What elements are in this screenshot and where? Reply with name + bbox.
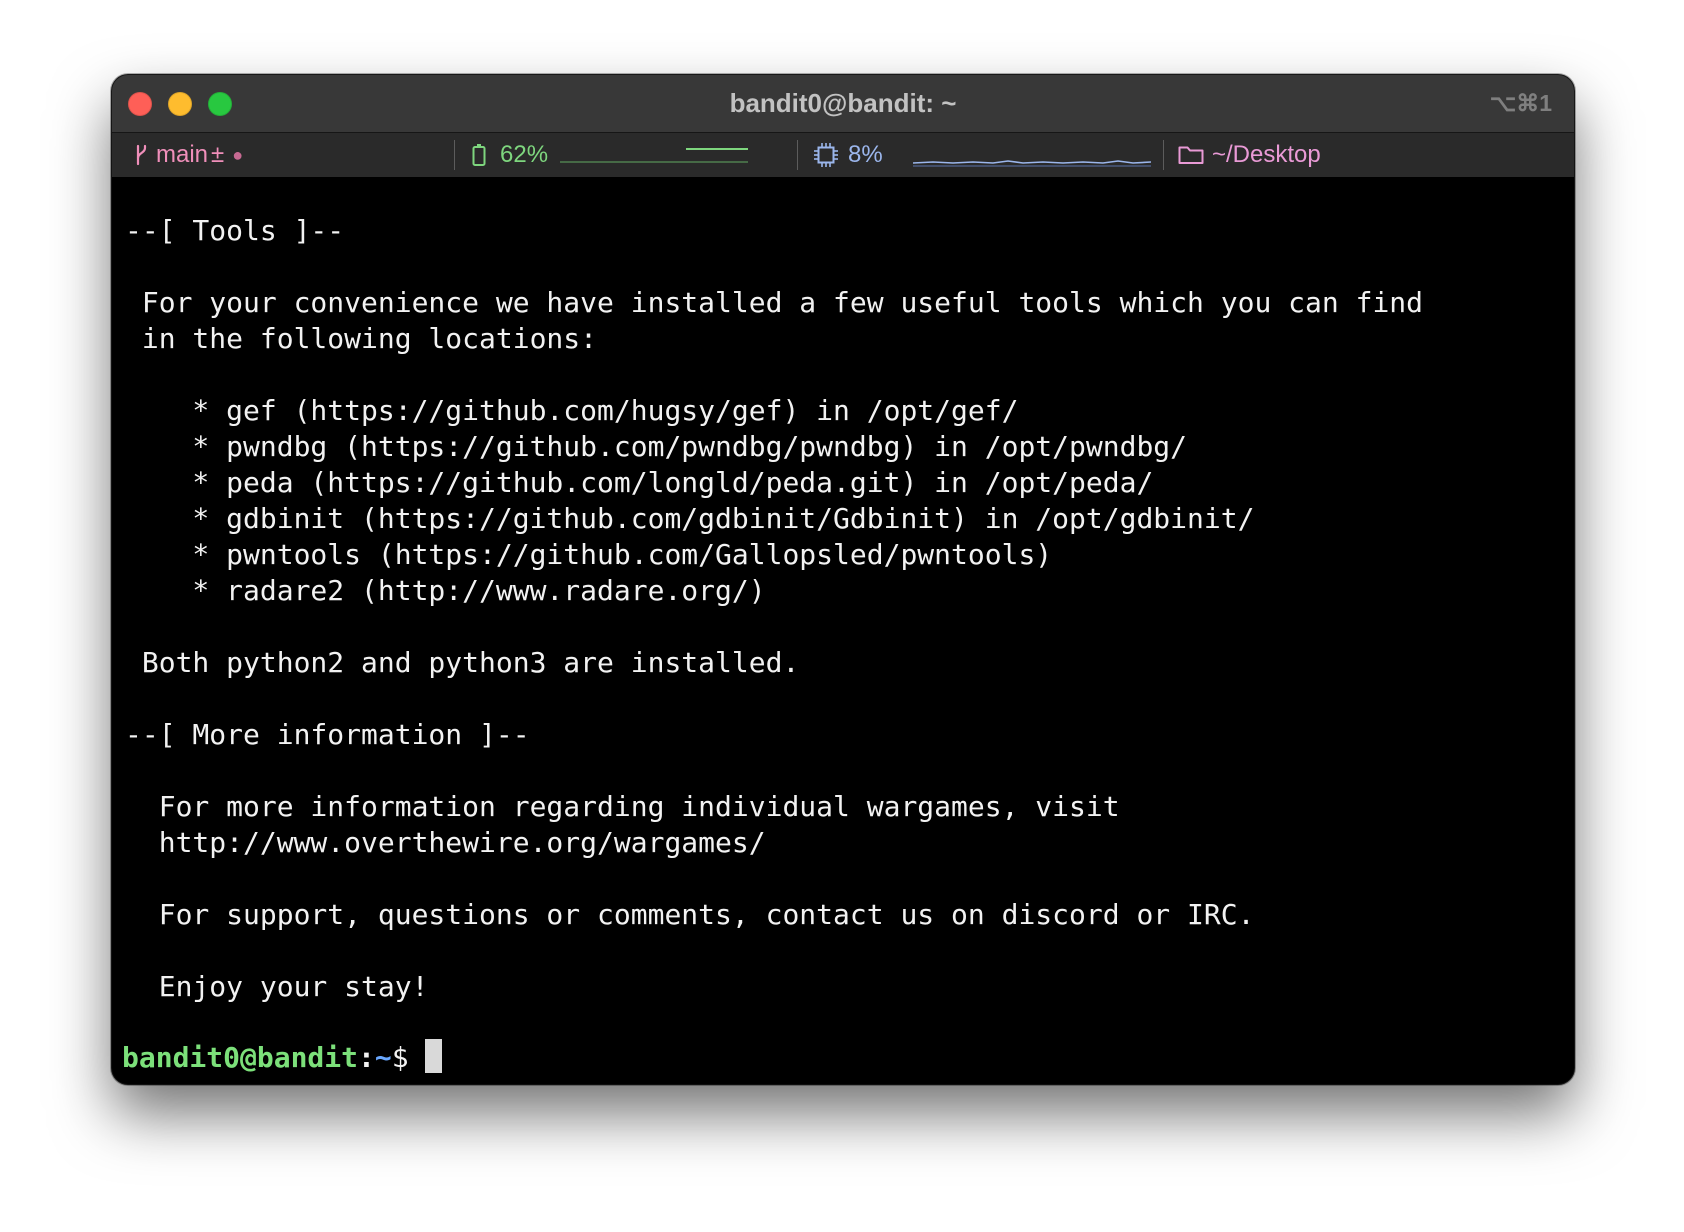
shell-prompt[interactable]: bandit0@bandit:~$ — [122, 1039, 442, 1075]
git-dirty-dot: ● — [232, 144, 244, 165]
tool-list-item: * gef (https://github.com/hugsy/gef) in … — [125, 394, 1019, 427]
prompt-path: ~ — [374, 1041, 392, 1074]
prompt-user-host: bandit0@bandit — [122, 1041, 359, 1074]
window-title: bandit0@bandit: ~ — [729, 88, 957, 118]
cwd-status[interactable]: ~/Desktop — [1178, 133, 1321, 177]
git-branch: main — [156, 141, 209, 168]
status-divider — [1163, 140, 1164, 170]
cpu-status[interactable]: 8% — [814, 133, 1151, 177]
git-state: ± — [211, 141, 225, 168]
tool-list-item: * pwntools (https://github.com/Gallopsle… — [125, 538, 1053, 571]
output-line: For more information regarding individua… — [125, 790, 1120, 823]
text-cursor — [424, 1039, 442, 1073]
folder-icon — [1178, 146, 1204, 164]
tool-list-item: * gdbinit (https://github.com/gdbinit/Gd… — [125, 502, 1255, 535]
status-divider — [454, 140, 455, 170]
battery-icon — [472, 144, 486, 166]
output-line: Enjoy your stay! — [125, 970, 429, 1003]
prompt-separator: : — [358, 1041, 375, 1074]
title-bar[interactable]: bandit0@bandit: ~ ⌥⌘1 — [112, 75, 1574, 133]
prompt-symbol: $ — [391, 1041, 409, 1074]
cpu-icon — [814, 143, 838, 167]
tool-list-item: * peda (https://github.com/longld/peda.g… — [125, 466, 1154, 499]
branch-icon — [136, 144, 147, 166]
terminal-window: bandit0@bandit: ~ ⌥⌘1 main ± ● 62% 8% ~/… — [112, 75, 1574, 1084]
output-line: For your convenience we have installed a… — [125, 286, 1424, 319]
output-line: Both python2 and python3 are installed. — [125, 646, 800, 679]
battery-sparkline — [560, 148, 749, 163]
section-heading: --[ Tools ]-- — [125, 214, 345, 247]
tool-list-item: * radare2 (http://www.radare.org/) — [125, 574, 766, 607]
cwd-path: ~/Desktop — [1212, 141, 1321, 168]
output-line: http://www.overthewire.org/wargames/ — [125, 826, 766, 859]
battery-percent: 62% — [500, 141, 549, 168]
tab-shortcut: ⌥⌘1 — [1489, 90, 1552, 116]
tool-list-item: * pwndbg (https://github.com/pwndbg/pwnd… — [125, 430, 1188, 463]
battery-status[interactable]: 62% — [472, 133, 749, 177]
terminal-output[interactable]: --[ Tools ]-- For your convenience we ha… — [112, 177, 1574, 1083]
output-line: in the following locations: — [125, 322, 598, 355]
status-divider — [797, 140, 798, 170]
cpu-percent: 8% — [848, 141, 883, 168]
section-heading: --[ More information ]-- — [125, 718, 530, 751]
status-bar: main ± ● 62% 8% ~/Desktop — [112, 133, 1574, 177]
git-status[interactable]: main ± ● — [134, 133, 243, 177]
output-line: For support, questions or comments, cont… — [125, 898, 1255, 931]
cpu-sparkline — [912, 160, 1151, 167]
